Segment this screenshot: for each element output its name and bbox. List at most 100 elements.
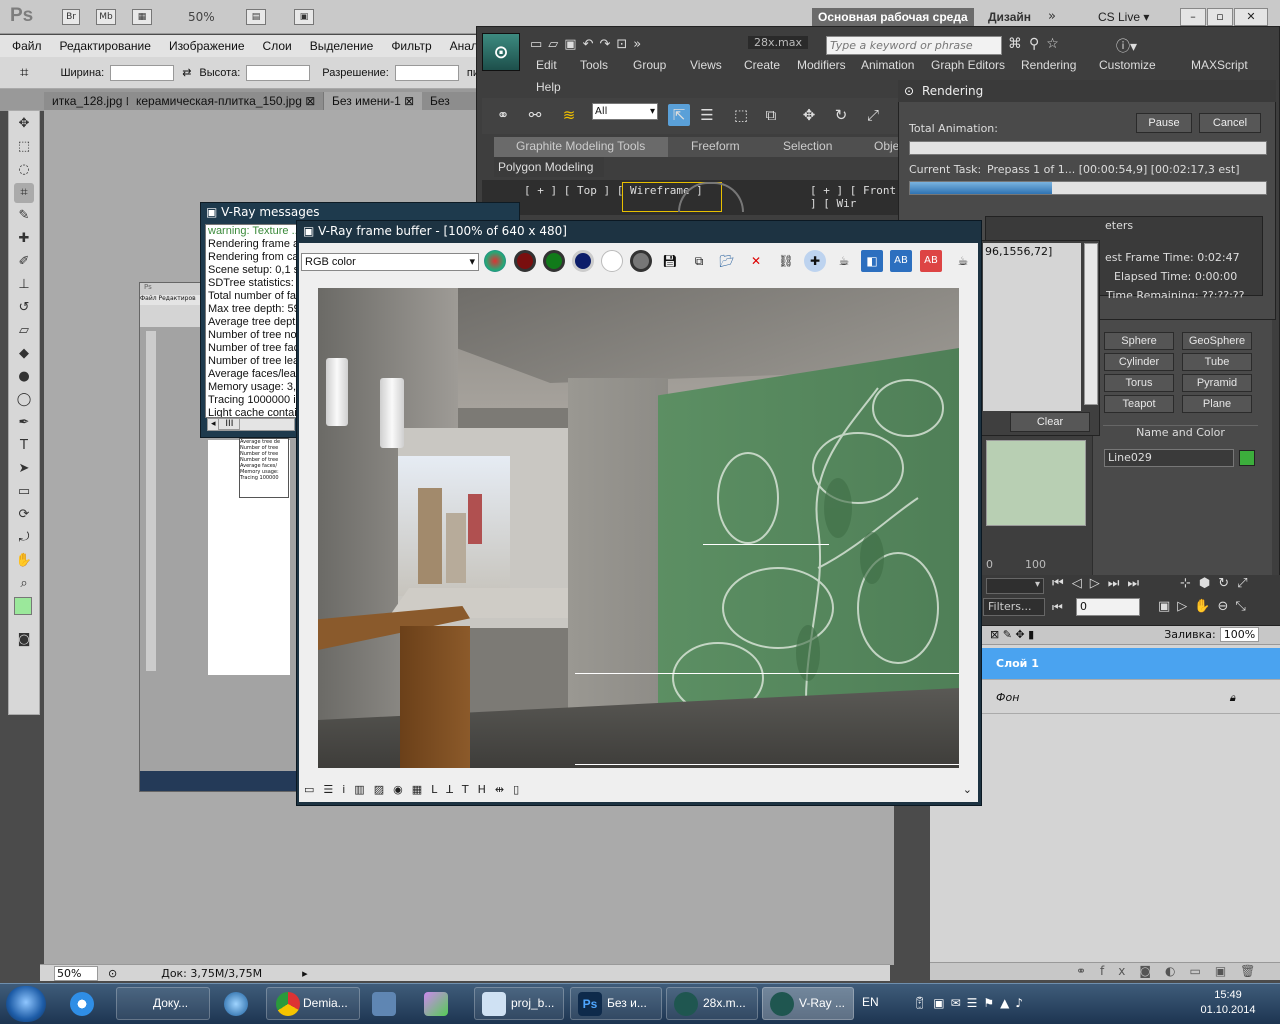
time-config-icon[interactable]: ⏮ xyxy=(1052,600,1063,615)
tab-document-active[interactable]: Без имени-1 ⊠ xyxy=(324,92,424,111)
tab-document[interactable]: керамическая-плитка_150.jpg ⊠ xyxy=(128,92,325,111)
hand-tool-icon[interactable]: ✋ xyxy=(14,551,34,571)
max-menu-views[interactable]: Views xyxy=(690,58,722,72)
layer-row-active[interactable]: Слой 1 xyxy=(930,648,1280,680)
quick-access-toolbar[interactable]: ▭▱▣↶↷⊡» xyxy=(530,37,647,52)
stamp-tool-icon[interactable]: ⊥ xyxy=(14,275,34,295)
cylinder-button[interactable]: Cylinder xyxy=(1104,353,1174,371)
lasso-tool-icon[interactable]: ◌ xyxy=(14,160,34,180)
ie-icon[interactable] xyxy=(70,992,94,1016)
rgb-channels-icon[interactable] xyxy=(484,250,506,272)
fill-input[interactable]: 100% xyxy=(1219,627,1260,642)
render-last-icon[interactable]: ☕︎ xyxy=(952,250,974,272)
link-to-vfb-icon[interactable]: ◧ xyxy=(861,250,883,272)
max-menu-animation[interactable]: Animation xyxy=(861,58,914,72)
shape-tool-icon[interactable]: ▭ xyxy=(14,482,34,502)
object-name-input[interactable]: Line029 xyxy=(1104,449,1234,467)
cs-live-button[interactable]: CS Live ▾ xyxy=(1098,10,1149,24)
bridge-button[interactable]: Br xyxy=(62,9,80,25)
eraser-tool-icon[interactable]: ▱ xyxy=(14,321,34,341)
pen-tool-icon[interactable]: ✒ xyxy=(14,413,34,433)
scale-icon[interactable]: ⤢ xyxy=(862,104,884,126)
zoom-tool-icon[interactable]: ⌕ xyxy=(14,574,34,594)
3d-orbit-icon[interactable]: ⤾ xyxy=(14,528,34,548)
duplicate-to-max-icon[interactable]: ⛓︎ xyxy=(775,250,797,272)
status-zoom[interactable]: 50% xyxy=(54,965,98,981)
brush-tool-icon[interactable]: ✐ xyxy=(14,252,34,272)
3d-rotate-icon[interactable]: ⟳ xyxy=(14,505,34,525)
mono-channel-icon[interactable] xyxy=(630,250,652,272)
ribbon-tab-freeform[interactable]: Freeform xyxy=(691,139,740,153)
move-tool-icon[interactable]: ✥ xyxy=(14,114,34,134)
history-brush-icon[interactable]: ↺ xyxy=(14,298,34,318)
rotate-icon[interactable]: ↻ xyxy=(830,104,852,126)
width-input[interactable] xyxy=(110,64,175,81)
select-object-icon[interactable]: ⇱ xyxy=(668,104,690,126)
tray-icons[interactable]: 🔋︎▣✉☰⚑▲♪ xyxy=(912,996,1029,1010)
rect-selection-icon[interactable]: ⬚ xyxy=(730,104,752,126)
green-channel-icon[interactable] xyxy=(543,250,565,272)
render-region-icon[interactable]: ☕︎ xyxy=(833,250,855,272)
max-menu-help[interactable]: Help xyxy=(536,80,561,94)
current-frame-input[interactable]: 0 xyxy=(1076,598,1140,616)
max-search-input[interactable]: Type a keyword or phrase xyxy=(826,36,1002,55)
view-extras-icon[interactable]: ▦ xyxy=(132,9,152,25)
layer-row[interactable]: Фон 🔒︎ xyxy=(930,682,1280,714)
color-swatches[interactable] xyxy=(14,597,34,627)
navigation-controls[interactable]: ⊹⬢↻⤢ xyxy=(1180,576,1256,591)
messages-hscrollbar[interactable]: ◂ III xyxy=(207,418,295,431)
max-menu-group[interactable]: Group xyxy=(633,58,666,72)
clock[interactable]: 15:49 01.10.2014 xyxy=(1196,988,1260,1018)
key-mode-dropdown[interactable]: ▾ xyxy=(986,578,1044,594)
max-menu-maxscript[interactable]: MAXScript xyxy=(1191,58,1248,72)
screen-mode-icon[interactable]: ▣ xyxy=(294,9,314,25)
arrange-documents-icon[interactable]: ▤ xyxy=(246,9,266,25)
volume-app-icon[interactable] xyxy=(372,992,396,1016)
object-color-swatch[interactable] xyxy=(1239,450,1255,466)
tube-button[interactable]: Tube xyxy=(1182,353,1252,371)
link-icon[interactable]: ⚭ xyxy=(492,104,514,126)
layer-actions-icon[interactable]: ⚭fx◙◐▭▣🗑︎ xyxy=(1076,964,1269,978)
menu-select[interactable]: Выделение xyxy=(310,35,374,57)
move-icon[interactable]: ✥ xyxy=(798,104,820,126)
menu-layers[interactable]: Слои xyxy=(263,35,292,57)
max-menu-create[interactable]: Create xyxy=(744,58,780,72)
lock-icon[interactable]: ⊠ ✎ ✥ ▮ xyxy=(990,628,1034,641)
maximize-button[interactable]: ▫ xyxy=(1207,8,1233,26)
crop-tool-icon[interactable]: ⌗ xyxy=(14,183,34,203)
log-scrollbar[interactable] xyxy=(1084,243,1098,405)
type-tool-icon[interactable]: T xyxy=(14,436,34,456)
blur-tool-icon[interactable]: ● xyxy=(14,367,34,387)
resolution-input[interactable] xyxy=(394,64,459,81)
menu-image[interactable]: Изображение xyxy=(169,35,245,57)
ribbon-tab-graphite[interactable]: Graphite Modeling Tools xyxy=(494,137,668,157)
selection-filter-dropdown[interactable]: All ▾ xyxy=(592,103,658,120)
bucket-tool-icon[interactable]: ◆ xyxy=(14,344,34,364)
more-workspaces-icon[interactable]: » xyxy=(1048,9,1056,24)
max-menu-modifiers[interactable]: Modifiers xyxy=(797,58,846,72)
cancel-button[interactable]: Cancel xyxy=(1199,113,1261,133)
menu-filter[interactable]: Фильтр xyxy=(391,35,431,57)
clear-image-icon[interactable]: ✕ xyxy=(745,250,767,272)
workspace-design[interactable]: Дизайн xyxy=(988,10,1031,24)
help-icon[interactable]: ⓘ▾ xyxy=(1116,36,1137,56)
max-menu-customize[interactable]: Customize xyxy=(1099,58,1156,72)
red-channel-icon[interactable] xyxy=(514,250,536,272)
expand-icon[interactable]: ⌄ xyxy=(963,783,972,796)
bind-space-warp-icon[interactable]: ≋ xyxy=(558,104,580,126)
language-indicator[interactable]: EN xyxy=(862,995,879,1009)
path-select-icon[interactable]: ➤ xyxy=(14,459,34,479)
load-image-icon[interactable]: 📂︎ xyxy=(716,250,738,272)
dodge-tool-icon[interactable]: ◯ xyxy=(14,390,34,410)
alpha-channel-icon[interactable] xyxy=(601,250,623,272)
filters-button[interactable]: Filters... xyxy=(983,598,1045,616)
ribbon-tab-selection[interactable]: Selection xyxy=(783,139,832,153)
torus-button[interactable]: Torus xyxy=(1104,374,1174,392)
crop-tool-icon[interactable]: ⌗ xyxy=(20,64,28,81)
taskbar-item-document[interactable]: Доку... xyxy=(116,987,210,1020)
eyedropper-tool-icon[interactable]: ✎ xyxy=(14,206,34,226)
track-mouse-icon[interactable]: ✚ xyxy=(804,250,826,272)
media-player-icon[interactable] xyxy=(224,992,248,1016)
window-crossing-icon[interactable]: ⧉ xyxy=(760,104,782,126)
mini-bridge-button[interactable]: Mb xyxy=(96,9,116,25)
